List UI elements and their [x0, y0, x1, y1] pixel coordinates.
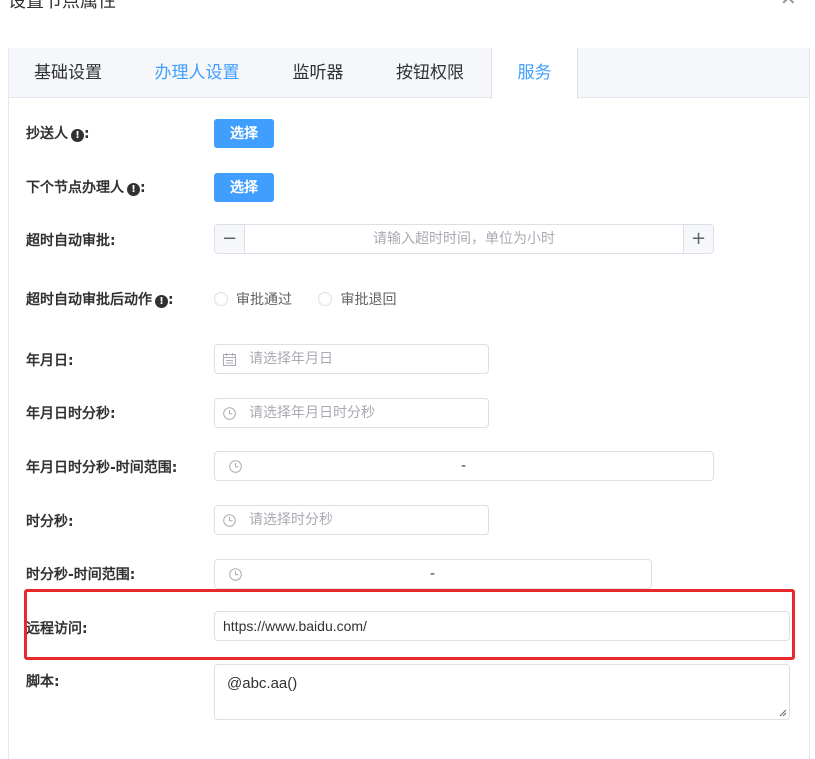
datetime-range-picker[interactable]: -: [214, 451, 714, 481]
timeout-hours-stepper[interactable]: − 请输入超时时间，单位为小时 +: [214, 224, 714, 254]
cc-label: 抄送人!:: [26, 123, 90, 143]
cc-label-text: 抄送人: [26, 126, 68, 142]
date-placeholder: 请选择年月日: [249, 351, 333, 367]
info-icon: !: [71, 129, 84, 142]
range-separator: -: [430, 566, 436, 582]
remote-label: 远程访问:: [26, 621, 88, 637]
tab-service[interactable]: 服务: [491, 48, 578, 99]
calendar-icon: [223, 345, 239, 373]
datetime-picker[interactable]: 请选择年月日时分秒: [214, 398, 489, 428]
tab-assignee-settings[interactable]: 办理人设置: [135, 48, 259, 98]
clock-icon: [223, 506, 239, 534]
radio-approve[interactable]: 审批通过: [214, 289, 292, 309]
time-range-picker[interactable]: -: [214, 559, 652, 589]
radio-circle: [214, 292, 228, 306]
clock-icon: [223, 399, 239, 427]
timeout-action-label-text: 超时自动审批后动作: [26, 292, 152, 308]
next-assignee-label: 下个节点办理人!:: [26, 177, 146, 197]
radio-approve-label: 审批通过: [236, 292, 292, 308]
remote-url-input[interactable]: https://www.baidu.com/: [214, 611, 790, 641]
radio-reject[interactable]: 审批退回: [318, 289, 396, 309]
timeout-hours-input[interactable]: 请输入超时时间，单位为小时: [246, 225, 682, 253]
time-placeholder: 请选择时分秒: [249, 512, 333, 528]
date-picker[interactable]: 请选择年月日: [214, 344, 489, 374]
resize-handle-icon[interactable]: [779, 709, 787, 717]
timeout-auto-label: 超时自动审批:: [26, 233, 116, 249]
clock-icon: [229, 560, 245, 588]
info-icon: !: [155, 295, 168, 308]
close-icon[interactable]: ✕: [780, 0, 797, 10]
cc-select-button[interactable]: 选择: [214, 119, 274, 148]
tab-listeners[interactable]: 监听器: [275, 48, 361, 98]
clock-icon: [229, 452, 245, 480]
next-assignee-select-button[interactable]: 选择: [214, 173, 274, 202]
tab-basic-settings[interactable]: 基础设置: [9, 48, 127, 98]
timeout-action-radio-group: 审批通过 审批退回: [214, 289, 418, 309]
tabs-header: 基础设置 办理人设置 监听器 按钮权限 服务: [9, 48, 809, 99]
colon: :: [140, 180, 146, 196]
time-range-label: 时分秒-时间范围:: [26, 567, 136, 583]
radio-circle: [318, 292, 333, 306]
script-label: 脚本:: [26, 674, 60, 690]
decrement-button[interactable]: −: [215, 225, 245, 253]
dialog-title: 设置节点属性: [8, 0, 116, 12]
script-textarea[interactable]: @abc.aa(): [214, 664, 790, 720]
colon: :: [168, 292, 174, 308]
datetime-label: 年月日时分秒:: [26, 406, 116, 422]
radio-reject-label: 审批退回: [340, 292, 397, 308]
info-icon: !: [127, 183, 140, 196]
datetime-range-label: 年月日时分秒-时间范围:: [26, 460, 178, 476]
increment-button[interactable]: +: [683, 225, 713, 253]
next-assignee-label-text: 下个节点办理人: [26, 180, 124, 196]
range-separator: -: [461, 458, 467, 474]
datetime-placeholder: 请选择年月日时分秒: [249, 405, 375, 421]
timeout-action-label: 超时自动审批后动作!:: [26, 289, 174, 309]
time-picker[interactable]: 请选择时分秒: [214, 505, 489, 535]
script-text: @abc.aa(): [227, 675, 298, 692]
time-label: 时分秒:: [26, 514, 74, 530]
colon: :: [84, 126, 90, 142]
tab-button-permissions[interactable]: 按钮权限: [377, 48, 483, 98]
date-label: 年月日:: [26, 353, 74, 369]
